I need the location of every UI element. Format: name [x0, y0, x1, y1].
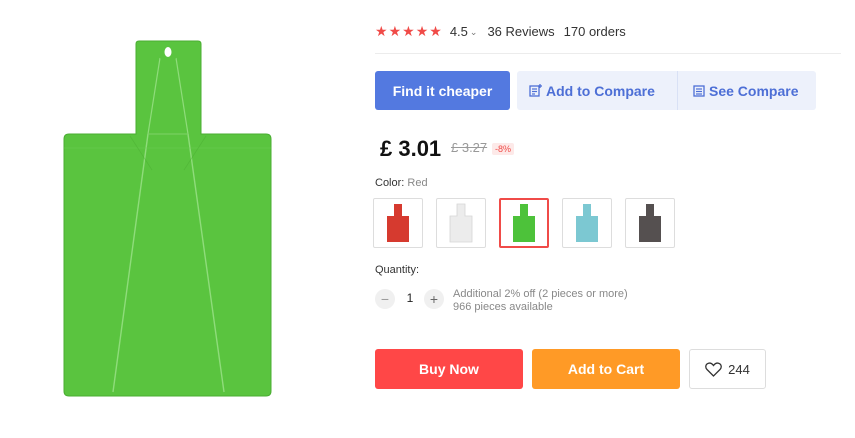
current-price: £ 3.01 [380, 136, 442, 161]
product-image-gallery[interactable] [0, 0, 345, 438]
add-to-compare-label: Add to Compare [546, 82, 655, 99]
chevron-down-icon[interactable]: ⌄ [470, 27, 478, 38]
star-icon: ★ [415, 23, 429, 39]
swatch-board-red [387, 204, 409, 242]
wishlist-count: 244 [728, 361, 750, 377]
compare-divider [677, 71, 678, 110]
color-swatch-red[interactable] [373, 198, 423, 248]
swatch-board-green [513, 204, 535, 242]
product-image [63, 40, 272, 397]
wishlist-button[interactable]: 244 [689, 349, 766, 389]
color-label: Color: Red [375, 177, 428, 189]
bulk-discount-note: Additional 2% off (2 pieces or more) [453, 288, 628, 300]
quantity-increase-button[interactable]: + [424, 289, 444, 309]
swatch-board-gray [639, 204, 661, 242]
compare-group: Add to Compare See Compare [517, 71, 816, 110]
color-swatch-gray[interactable] [625, 198, 675, 248]
add-compare-icon [529, 84, 542, 97]
color-label-text: Color: [375, 177, 405, 189]
heart-icon [705, 361, 722, 377]
star-icon: ★ [402, 23, 415, 39]
discount-badge: -8% [492, 143, 515, 155]
star-icon: ★ [388, 23, 402, 39]
quantity-value[interactable]: 1 [402, 291, 418, 305]
add-to-compare-button[interactable]: Add to Compare [529, 71, 655, 110]
star-rating: ★ ★ ★ ★ ★ [375, 24, 442, 38]
divider [375, 53, 841, 54]
compare-list-icon [693, 84, 705, 97]
color-swatch-white[interactable] [436, 198, 486, 248]
color-selected-value: Red [407, 177, 428, 189]
swatch-board-blue [576, 204, 598, 242]
see-compare-label: See Compare [709, 82, 799, 99]
reviews-link[interactable]: 36 Reviews [487, 24, 554, 39]
quantity-note: Additional 2% off (2 pieces or more) 966… [453, 288, 628, 314]
color-swatch-blue[interactable] [562, 198, 612, 248]
buy-now-button[interactable]: Buy Now [375, 349, 523, 389]
color-swatch-green[interactable] [499, 198, 549, 248]
see-compare-button[interactable]: See Compare [693, 71, 798, 110]
rating-row: ★ ★ ★ ★ ★ 4.5 ⌄ 36 Reviews 170 orders [375, 22, 626, 40]
original-price: £ 3.27 [451, 140, 488, 155]
star-icon: ★ [429, 23, 442, 39]
star-icon: ★ [375, 23, 388, 39]
add-to-cart-button[interactable]: Add to Cart [532, 349, 680, 389]
find-cheaper-button[interactable]: Find it cheaper [375, 71, 510, 110]
rating-value[interactable]: 4.5 [450, 24, 468, 39]
stock-available: 966 pieces available [453, 301, 553, 313]
swatch-board-white [449, 203, 473, 243]
orders-count: 170 orders [563, 23, 626, 39]
quantity-decrease-button[interactable]: − [375, 289, 395, 309]
quantity-label: Quantity: [375, 264, 420, 276]
